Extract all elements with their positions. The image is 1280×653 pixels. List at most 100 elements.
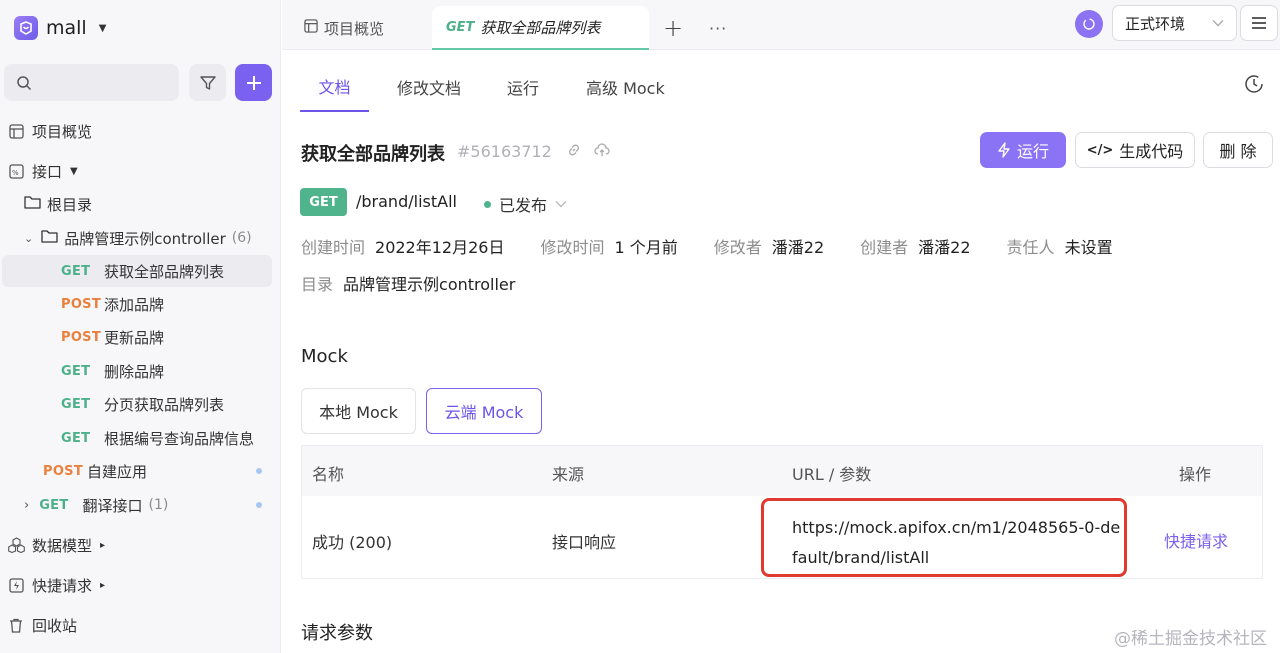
link-icon[interactable] <box>567 142 581 161</box>
tab-cloud-mock[interactable]: 云端 Mock <box>426 388 542 434</box>
status-select[interactable]: 已发布 <box>484 192 567 216</box>
meta-value[interactable]: 未设置 <box>1065 234 1113 258</box>
endpoint-item[interactable]: GET 获取全部品牌列表 <box>2 255 272 287</box>
lightning-icon <box>998 142 1010 158</box>
generate-code-button[interactable]: </> 生成代码 <box>1075 132 1195 168</box>
tab-label: 项目概览 <box>324 19 385 38</box>
filter-button[interactable] <box>189 64 226 101</box>
history-icon[interactable] <box>1243 73 1265 99</box>
mock-section-title: Mock <box>301 346 348 367</box>
overview-icon <box>6 123 26 139</box>
folder-icon <box>24 195 41 213</box>
method-badge: GET <box>61 396 91 412</box>
method-badge: GET <box>61 263 91 279</box>
endpoint-item[interactable]: GET 删除品牌 <box>61 355 164 387</box>
svg-text:%: % <box>12 169 19 177</box>
project-switcher[interactable]: mall ▼ <box>14 14 106 42</box>
endpoint-label: 自建应用 <box>87 462 148 481</box>
sidebar-item-quick-request[interactable]: 快捷请求 ▸ <box>6 569 105 601</box>
endpoint-item[interactable]: POST 添加品牌 <box>61 288 164 320</box>
meta-label: 责任人 <box>1006 238 1055 257</box>
column-header: 名称 <box>312 465 345 484</box>
endpoint-label: 翻译接口 <box>82 496 143 515</box>
endpoint-item[interactable]: POST 自建应用 <box>43 455 147 487</box>
unread-dot <box>256 502 262 508</box>
method-badge: GET <box>61 363 91 379</box>
code-icon: </> <box>1086 142 1114 158</box>
unread-dot <box>256 468 262 474</box>
generate-code-label: 生成代码 <box>1119 142 1184 161</box>
delete-button[interactable]: 删 除 <box>1203 132 1273 168</box>
column-header: 操作 <box>1179 465 1212 484</box>
environment-select[interactable]: 正式环境 <box>1112 5 1237 41</box>
tree-root-folder[interactable]: 根目录 <box>24 188 92 220</box>
chevron-down-icon: ⌄ <box>24 231 34 245</box>
subtab-doc[interactable]: 文档 <box>300 62 369 112</box>
sidebar-item-api[interactable]: % 接口 ▼ <box>6 155 78 187</box>
sidebar-item-recycle[interactable]: 回收站 <box>6 609 77 641</box>
more-tabs-button[interactable]: ··· <box>709 6 727 50</box>
sidebar-item-overview[interactable]: 项目概览 <box>6 115 92 147</box>
more-icon: ··· <box>709 18 728 38</box>
watermark: @稀土掘金技术社区 <box>1114 629 1267 649</box>
sidebar-item-label: 快捷请求 <box>32 576 93 595</box>
tab-overview[interactable]: 项目概览 <box>304 6 384 50</box>
meta-row: 创建时间 2022年12月26日 修改时间 1 个月前 修改者 潘潘22 创建者… <box>301 235 1113 257</box>
endpoint-item[interactable]: GET 根据编号查询品牌信息 <box>61 422 254 454</box>
search-icon <box>17 75 32 90</box>
run-label: 运行 <box>1016 142 1049 161</box>
method-badge: POST <box>43 463 84 479</box>
mock-url-cell[interactable]: https://mock.apifox.cn/m1/2048565-0-defa… <box>761 498 1127 577</box>
new-tab-button[interactable]: + <box>663 6 683 50</box>
project-name: mall <box>46 17 87 39</box>
quick-request-link[interactable]: 快捷请求 <box>1164 528 1228 552</box>
trash-icon <box>6 618 26 633</box>
search-input[interactable] <box>4 64 179 101</box>
endpoint-label: 分页获取品牌列表 <box>104 395 225 414</box>
chevron-down-icon <box>1212 20 1224 27</box>
tab-bar: 项目概览 GET 获取全部品牌列表 + ··· 正式环境 <box>282 0 1280 50</box>
subtab-edit-doc[interactable]: 修改文档 <box>397 62 461 112</box>
page-title: 获取全部品牌列表 <box>301 144 445 165</box>
hamburger-icon <box>1252 17 1266 29</box>
endpoint-label: 删除品牌 <box>104 362 165 381</box>
tab-active-endpoint[interactable]: GET 获取全部品牌列表 <box>432 6 649 50</box>
subtab-run[interactable]: 运行 <box>507 62 539 112</box>
sidebar-item-data-model[interactable]: 数据模型 ▸ <box>6 529 105 561</box>
quick-request-icon <box>6 577 26 593</box>
api-icon: % <box>6 163 26 179</box>
subtab-advanced-mock[interactable]: 高级 Mock <box>586 62 665 112</box>
endpoint-item[interactable]: › GET 翻译接口 (1) <box>24 489 168 521</box>
filter-icon <box>199 75 216 90</box>
tab-method: GET <box>446 19 475 35</box>
meta-row: 目录 品牌管理示例controller <box>301 272 515 294</box>
meta-value: 品牌管理示例controller <box>343 275 516 294</box>
endpoint-label: 添加品牌 <box>104 295 165 314</box>
cloud-upload-icon[interactable] <box>594 142 610 161</box>
status-label: 已发布 <box>499 196 548 215</box>
caret-down-icon: ▼ <box>98 22 107 34</box>
mock-table: 名称 来源 URL / 参数 操作 成功 (200) 接口响应 https://… <box>301 445 1263 579</box>
menu-button[interactable] <box>1240 5 1278 41</box>
table-header: 名称 来源 URL / 参数 操作 <box>302 446 1262 496</box>
endpoint-label: 获取全部品牌列表 <box>104 262 225 281</box>
tab-label: 获取全部品牌列表 <box>480 18 601 37</box>
subtab-label: 运行 <box>507 79 540 98</box>
environment-label: 正式环境 <box>1125 14 1186 33</box>
folder-icon <box>41 229 58 247</box>
sidebar-item-label: 回收站 <box>32 616 78 635</box>
tree-folder-brand[interactable]: ⌄ 品牌管理示例controller (6) <box>24 222 252 254</box>
sidebar: mall ▼ 项目概览 % 接口 ▼ 根目录 ⌄ 品牌管理示例controlle… <box>0 0 281 653</box>
endpoint-item[interactable]: POST 更新品牌 <box>61 321 164 353</box>
meta-value: 潘潘22 <box>918 238 971 257</box>
api-id-label: #56163712 <box>457 142 552 161</box>
caret-right-icon: ▸ <box>100 539 106 551</box>
env-sync-icon[interactable] <box>1075 10 1103 38</box>
caret-right-icon: ▸ <box>100 579 106 591</box>
run-button[interactable]: 运行 <box>980 132 1066 168</box>
endpoint-item[interactable]: GET 分页获取品牌列表 <box>61 388 224 420</box>
tab-local-mock[interactable]: 本地 Mock <box>301 388 416 434</box>
endpoint-label: 更新品牌 <box>104 328 165 347</box>
add-button[interactable] <box>235 64 272 101</box>
chevron-right-icon: › <box>24 497 30 513</box>
